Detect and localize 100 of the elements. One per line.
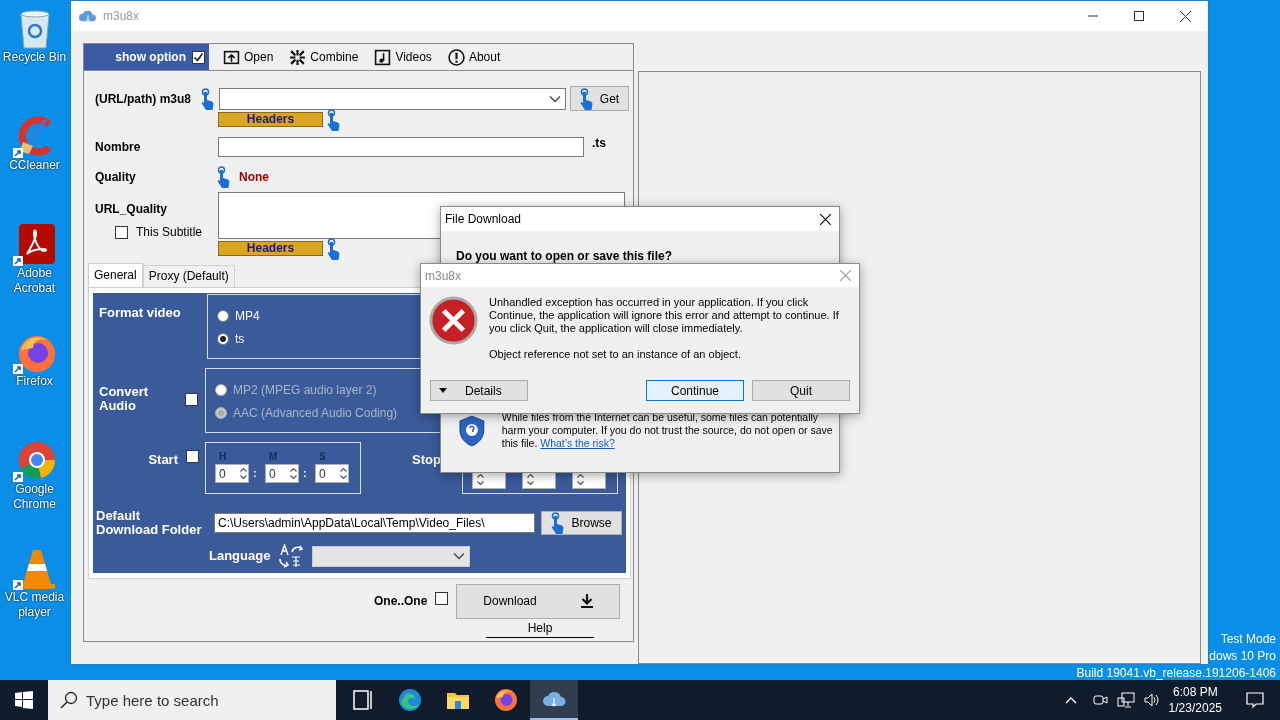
checkbox[interactable] — [192, 50, 205, 64]
clock[interactable]: 6:08 PM 1/23/2025 — [1168, 684, 1222, 716]
number-spinner[interactable]: 0 — [264, 464, 299, 483]
option-label: Stop — [412, 451, 441, 469]
radio-label: MP4 — [235, 307, 260, 325]
pointing-hand-icon[interactable] — [217, 166, 231, 188]
download-icon — [581, 594, 594, 608]
error-message: Unhandled exception has occurred in your application. If you click Continue, the application will ignore this error and attempt to continue. If you click Quit, the application will close immediately. — [489, 296, 840, 335]
caret-icon — [439, 388, 447, 393]
spin-arrows-icon[interactable] — [576, 472, 585, 487]
dropdown-caret-icon[interactable] — [549, 94, 561, 103]
pointing-hand-icon[interactable] — [579, 87, 594, 110]
acrobat-icon[interactable] — [12, 222, 57, 266]
time-separator: : — [302, 466, 307, 482]
radio-label: AAC (Advanced Audio Coding) — [233, 404, 398, 422]
maximize-icon[interactable] — [1134, 11, 1144, 21]
tab[interactable]: General — [88, 263, 143, 287]
camera-icon[interactable] — [1092, 692, 1109, 708]
checkbox-label: This Subtitle — [136, 224, 203, 241]
checkbox[interactable] — [186, 450, 199, 463]
about-icon — [447, 48, 465, 66]
dialog-question: Do you want to open or save this file? — [455, 248, 674, 265]
volume-icon[interactable] — [1142, 692, 1161, 708]
pointing-hand-icon[interactable] — [327, 108, 341, 131]
option-label: Format video — [98, 304, 182, 322]
error-icon — [429, 296, 478, 345]
pointing-hand-icon[interactable] — [327, 237, 341, 260]
checkbox[interactable] — [185, 393, 198, 406]
language-dropdown[interactable] — [312, 545, 471, 567]
chevron-up-icon[interactable] — [1064, 696, 1077, 704]
option-label: Convert Audio — [99, 385, 150, 415]
combine-icon — [289, 48, 307, 66]
task-view-icon[interactable] — [350, 688, 374, 712]
translate-icon — [278, 544, 305, 568]
field-label: Quality — [95, 169, 137, 186]
spin-arrows-icon[interactable] — [239, 466, 248, 481]
folder-path-field[interactable]: C:\Users\admin\AppData\Local\Temp\Video_Files\ — [214, 513, 535, 533]
get-button[interactable]: Get — [570, 86, 629, 111]
time-unit-label: M — [267, 450, 279, 464]
quality-value: None — [239, 169, 269, 186]
firefox-icon[interactable] — [494, 688, 518, 712]
toolbar-button[interactable]: Open — [221, 44, 276, 70]
radio-button[interactable] — [217, 309, 229, 322]
error-detail: Object reference not set to an instance of an object. — [489, 348, 742, 361]
spin-arrows-icon[interactable] — [526, 472, 535, 487]
number-spinner[interactable]: 0 — [314, 464, 349, 483]
tab[interactable]: Proxy (Default) — [142, 265, 235, 287]
checkbox[interactable] — [435, 592, 449, 605]
dropdown-caret-icon[interactable] — [453, 552, 466, 560]
time-unit-label: S — [317, 450, 327, 464]
time-unit-label: H — [218, 450, 228, 464]
pointing-hand-icon[interactable] — [201, 87, 215, 110]
help-link[interactable]: Help — [486, 619, 594, 638]
option-label: Start — [148, 451, 178, 469]
option-label: Language — [209, 547, 271, 566]
download-button[interactable]: Download — [456, 583, 621, 619]
window-title: m3u8x — [103, 8, 140, 25]
videos-icon — [374, 48, 392, 66]
open-icon — [223, 48, 240, 66]
spin-arrows-icon[interactable] — [476, 472, 485, 487]
shield-icon — [458, 415, 486, 447]
radio-label: ts — [235, 330, 245, 348]
system-info-text: dows 10 Pro — [1208, 648, 1276, 665]
radio-label: MP2 (MPEG audio layer 2) — [233, 381, 377, 399]
option-label: Default Download Folder — [96, 509, 203, 537]
close-icon[interactable] — [820, 213, 831, 225]
radio-button[interactable] — [217, 332, 229, 345]
checkbox[interactable] — [115, 225, 128, 239]
toolbar-button[interactable]: Videos — [372, 44, 434, 70]
checkbox-label: One..One — [374, 593, 428, 610]
details-button[interactable]: Details — [430, 380, 528, 401]
headers-button[interactable]: Headers — [218, 112, 323, 127]
time-separator: : — [253, 466, 257, 482]
number-spinner[interactable]: 0 — [215, 464, 249, 483]
toolbar-button[interactable]: Combine — [287, 44, 361, 70]
show-option-label: show option — [115, 49, 186, 66]
risk-link[interactable]: What’s the risk? — [540, 437, 615, 449]
spin-arrows-icon[interactable] — [288, 466, 298, 481]
extension-label: .ts — [592, 135, 606, 152]
notification-icon[interactable] — [1246, 691, 1264, 709]
url-combo-box[interactable] — [219, 87, 566, 110]
network-icon[interactable] — [1116, 692, 1135, 708]
continue-button[interactable]: Continue — [646, 380, 744, 401]
toolbar-button[interactable]: About — [445, 44, 503, 70]
spin-arrows-icon[interactable] — [338, 466, 348, 481]
pointing-hand-icon[interactable] — [551, 512, 566, 534]
headers-button[interactable]: Headers — [218, 241, 323, 256]
windows-start-icon[interactable] — [15, 691, 33, 709]
field-label: Nombre — [95, 139, 142, 156]
field-label: URL_Quality — [95, 201, 168, 218]
system-info-text: Build 19041.vb_release.191206-1406 — [1076, 665, 1276, 682]
dialog-title: File Download — [445, 211, 522, 228]
edge-icon[interactable] — [398, 688, 422, 712]
field-label: (URL/path) m3u8 — [95, 90, 192, 108]
system-info-text: Test Mode — [1219, 631, 1276, 648]
close-icon[interactable] — [1179, 10, 1191, 22]
search-icon — [60, 691, 78, 709]
browse-button[interactable]: Browse — [541, 511, 622, 535]
name-field[interactable] — [218, 137, 584, 157]
quit-button[interactable]: Quit — [752, 380, 850, 401]
